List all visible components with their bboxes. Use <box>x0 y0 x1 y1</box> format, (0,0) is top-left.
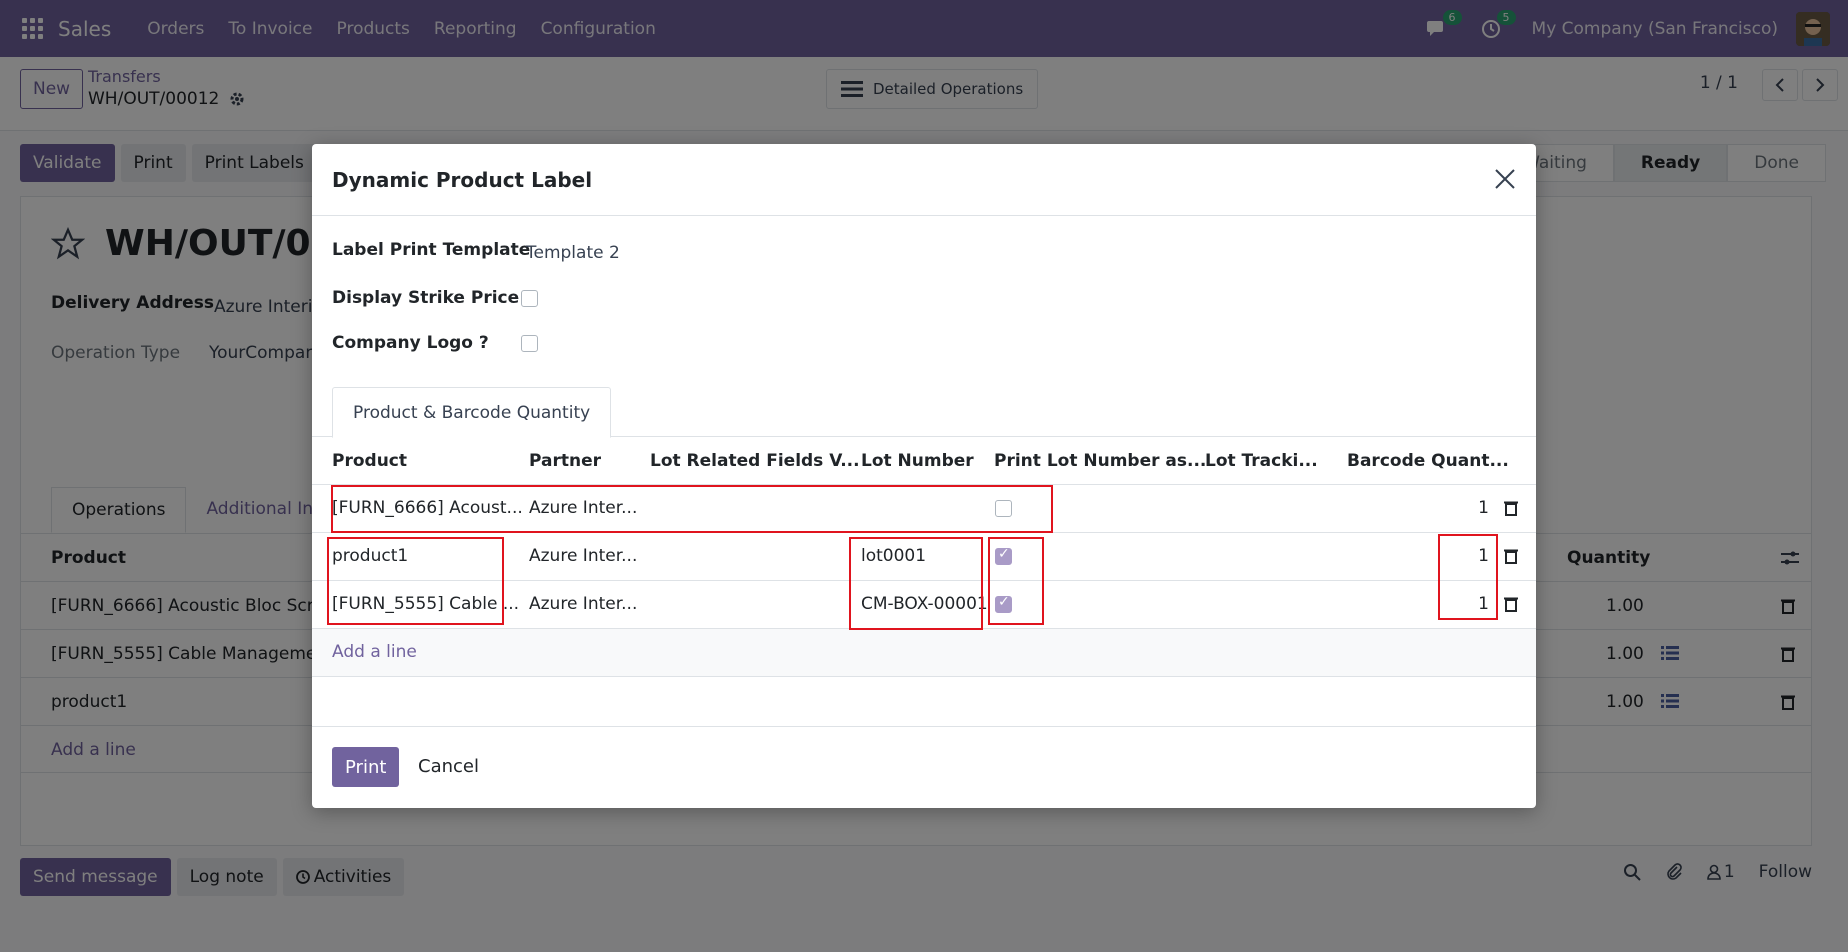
strike-price-checkbox[interactable] <box>521 290 538 307</box>
col-print-lot-number[interactable]: Print Lot Number as... <box>994 451 1206 471</box>
company-logo-row: Company Logo ? <box>332 333 489 353</box>
modal-header: Dynamic Product Label <box>312 144 1536 216</box>
col-barcode-quantity[interactable]: Barcode Quant... <box>1347 451 1509 471</box>
col-lot-tracking[interactable]: Lot Tracki... <box>1205 451 1318 471</box>
col-partner[interactable]: Partner <box>529 451 601 471</box>
trash-icon[interactable] <box>1504 548 1518 564</box>
cancel-button[interactable]: Cancel <box>418 756 479 777</box>
row-partner[interactable]: Azure Inter... <box>529 498 637 518</box>
col-product[interactable]: Product <box>332 451 407 471</box>
template-value[interactable]: Template 2 <box>526 243 620 263</box>
table-header: Product Partner Lot Related Fields V... … <box>312 437 1536 485</box>
add-line-row: Add a line <box>312 629 1536 677</box>
table-row[interactable]: product1 Azure Inter... lot0001 1 <box>312 533 1536 581</box>
trash-icon[interactable] <box>1504 500 1518 516</box>
row-barcode-quantity[interactable]: 1 <box>1478 546 1489 566</box>
row-product[interactable]: [FURN_5555] Cable ... <box>332 594 519 614</box>
tab-product-barcode-quantity[interactable]: Product & Barcode Quantity <box>332 387 612 438</box>
row-product[interactable]: [FURN_6666] Acoust... <box>332 498 523 518</box>
trash-icon[interactable] <box>1504 596 1518 612</box>
add-line-link[interactable]: Add a line <box>332 642 417 662</box>
table-row[interactable]: [FURN_6666] Acoust... Azure Inter... 1 <box>312 485 1536 533</box>
row-lot-number[interactable]: CM-BOX-00001 <box>861 594 988 614</box>
print-label-button[interactable]: Print <box>332 747 400 787</box>
row-barcode-quantity[interactable]: 1 <box>1478 594 1489 614</box>
row-partner[interactable]: Azure Inter... <box>529 594 637 614</box>
row-lot-number[interactable]: lot0001 <box>861 546 926 566</box>
template-row: Label Print Template <box>332 240 530 260</box>
row-partner[interactable]: Azure Inter... <box>529 546 637 566</box>
strike-price-row: Display Strike Price ? <box>332 288 535 308</box>
table-row[interactable]: [FURN_5555] Cable ... Azure Inter... CM-… <box>312 581 1536 629</box>
template-label: Label Print Template <box>332 240 531 260</box>
print-lot-checkbox[interactable] <box>995 546 1012 565</box>
col-lot-related-fields[interactable]: Lot Related Fields V... <box>650 451 860 471</box>
modal-tabs: Product & Barcode Quantity <box>312 387 1536 438</box>
row-barcode-quantity[interactable]: 1 <box>1478 498 1489 518</box>
company-logo-checkbox[interactable] <box>521 335 538 352</box>
print-lot-checkbox[interactable] <box>995 500 1012 517</box>
dynamic-product-label-dialog: Dynamic Product Label Label Print Templa… <box>312 144 1536 808</box>
product-label-table: Product Partner Lot Related Fields V... … <box>312 437 1536 677</box>
company-logo-label: Company Logo ? <box>332 333 489 353</box>
modal-title: Dynamic Product Label <box>332 168 593 192</box>
modal-footer: Print Cancel <box>312 726 1536 808</box>
col-lot-number[interactable]: Lot Number <box>861 451 974 471</box>
row-product[interactable]: product1 <box>332 546 408 566</box>
strike-price-label: Display Strike Price ? <box>332 288 535 308</box>
close-icon[interactable] <box>1492 166 1518 192</box>
print-lot-checkbox[interactable] <box>995 594 1012 613</box>
